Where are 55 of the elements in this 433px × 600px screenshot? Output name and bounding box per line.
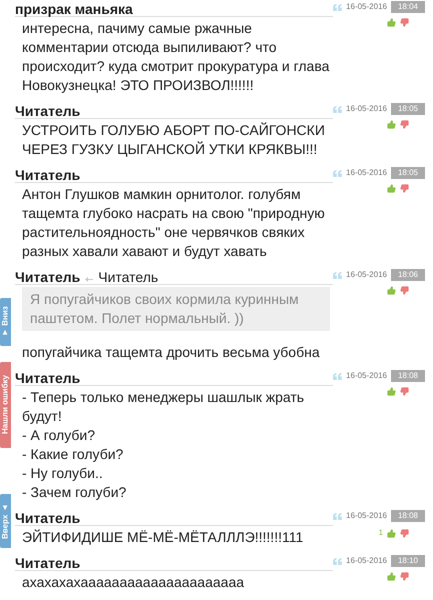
comment-author: Читатель <box>15 554 80 572</box>
comment-text: интересна, пачиму самые ржачные комментарии отсюда выпиливают? что происходит? куда смотрит прокуратура и глава Новокузнецка! ЭТО ПРОИЗВОЛ!!!!!! <box>22 19 330 95</box>
thumbs-down-icon[interactable] <box>400 18 409 27</box>
thumbs-up-icon[interactable] <box>387 184 396 193</box>
thumbs-down-icon[interactable] <box>400 572 409 581</box>
quote-icon[interactable] <box>333 558 342 564</box>
comment-time: 18:05 <box>390 103 425 115</box>
thumbs-up-icon[interactable] <box>387 120 396 129</box>
comment-author: Читатель <box>15 369 80 387</box>
comment-date: 16-05-2016 <box>346 510 387 522</box>
comment-text: ЭЙТИФИДИШЕ МЁ-МЁ-МЁТАЛЛЛЭ!!!!!!!111 <box>22 528 304 547</box>
comment-date: 16-05-2016 <box>346 103 387 115</box>
comment-date: 16-05-2016 <box>346 370 387 382</box>
reply-to-author: Читатель <box>98 268 158 286</box>
quote-icon[interactable] <box>333 4 342 10</box>
quote-icon[interactable] <box>333 170 342 176</box>
comment-time: 18:04 <box>390 1 425 13</box>
side-tab[interactable]: Вверх ▲ <box>0 494 11 548</box>
thumbs-up-icon[interactable] <box>387 528 396 538</box>
comment-date: 16-05-2016 <box>346 269 387 281</box>
like-count: 1 <box>378 527 383 539</box>
quote-icon[interactable] <box>333 106 342 112</box>
thumbs-up-icon[interactable] <box>387 18 396 27</box>
comment-date: 16-05-2016 <box>346 167 387 179</box>
comment-author: призрак маньяка <box>15 0 133 18</box>
comment-author: Читатель <box>15 102 80 120</box>
thumbs-down-icon[interactable] <box>400 528 409 538</box>
comment-text: попугайчика тащемта дрочить весьма убобна <box>22 343 321 362</box>
thumbs-up-icon[interactable] <box>387 387 396 396</box>
quoted-comment: Я попугайчиков своих кормила куринным паштетом. Полет нормальный. )) <box>22 287 330 331</box>
comment-author: Читатель <box>15 509 80 527</box>
quote-icon[interactable] <box>333 372 342 380</box>
comment-time: 18:08 <box>390 370 425 382</box>
thumbs-down-icon[interactable] <box>400 184 409 193</box>
thumbs-up-icon[interactable] <box>387 286 396 295</box>
comment-time: 18:08 <box>390 510 425 522</box>
comment-date: 16-05-2016 <box>346 1 387 13</box>
side-tab[interactable]: ▼ Вниз <box>0 298 11 346</box>
comment-time: 18:05 <box>390 167 425 179</box>
comment-text: УСТРОИТЬ ГОЛУБЮ АБОРТ ПО-САЙГОНСКИ ЧЕРЕЗ ГУЗКУ ЦЫГАНСКОЙ УТКИ КРЯКВЫ!!! <box>22 121 326 159</box>
thumbs-down-icon[interactable] <box>400 120 409 129</box>
quote-icon[interactable] <box>333 272 342 278</box>
comment-text: - Теперь только менеджеры шашлык жрать будут! - А голуби? - Какие голуби? - Ну голуби.. - Зачем голуби? <box>22 388 306 502</box>
comment-author: Читатель <box>15 268 80 286</box>
thumbs-down-icon[interactable] <box>400 286 409 295</box>
comment-text: ахахахахааааааааааааааааааааа <box>22 573 246 592</box>
comment-text: Антон Глушков мамкин орнитолог. голубям тащемта глубоко насрать на свою "природную растительноядность" оне червячков свяких разных хавали хавают и будут хавать <box>22 185 326 261</box>
reply-arrow-icon <box>85 277 94 282</box>
comment-date: 16-05-2016 <box>346 555 387 567</box>
comment-time: 18:10 <box>390 555 425 567</box>
thumbs-down-icon[interactable] <box>400 387 409 396</box>
comment-author: Читатель <box>15 166 80 184</box>
comment-time: 18:06 <box>390 269 425 281</box>
quote-icon[interactable] <box>333 512 342 520</box>
thumbs-up-icon[interactable] <box>387 572 396 581</box>
